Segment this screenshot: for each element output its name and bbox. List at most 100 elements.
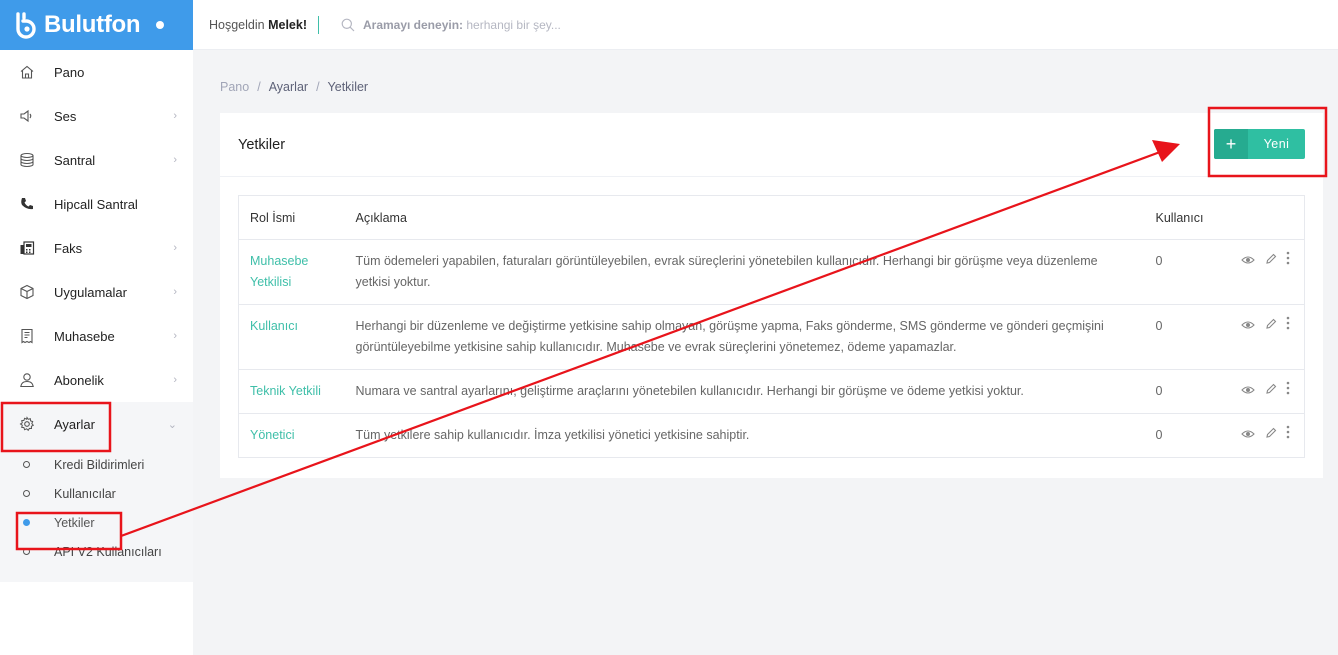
column-header-users: Kullanıcı <box>1144 195 1205 240</box>
submenu-item-kullanicilar[interactable]: Kullanıcılar <box>0 479 193 508</box>
eye-icon[interactable] <box>1241 425 1255 446</box>
sidebar-item-pano[interactable]: Pano <box>0 50 193 94</box>
role-link-teknik-yetkili[interactable]: Teknik Yetkili <box>238 369 345 415</box>
sidebar-item-label: Hipcall Santral <box>54 196 138 212</box>
search-label: Aramayı deneyin: <box>362 17 464 32</box>
table-row: Muhasebe Yetkilisi Tüm ödemeleri yapabil… <box>238 239 1305 305</box>
bullet-icon <box>23 548 30 555</box>
search-icon[interactable] <box>341 18 355 32</box>
sidebar-item-faks[interactable]: Faks › <box>0 226 193 270</box>
sidebar-item-ayarlar[interactable]: Ayarlar ⌄ <box>0 402 193 446</box>
greeting-prefix: Hoşgeldin <box>209 17 265 32</box>
fax-icon <box>18 239 36 257</box>
role-user-count: 0 <box>1144 239 1205 305</box>
greeting: Hoşgeldin Melek! <box>209 18 307 32</box>
plus-icon: + <box>1214 129 1248 159</box>
user-name: Melek! <box>268 17 307 32</box>
submenu-item-yetkiler[interactable]: Yetkiler <box>0 508 193 537</box>
role-description: Herhangi bir düzenleme ve değiştirme yet… <box>344 304 1145 370</box>
sidebar-item-santral[interactable]: Santral › <box>0 138 193 182</box>
breadcrumb-separator: / <box>257 80 261 94</box>
breadcrumb-separator: / <box>316 80 320 94</box>
chevron-right-icon: › <box>173 110 177 122</box>
submenu-item-label: Kredi Bildirimleri <box>54 457 145 472</box>
permissions-card: Yetkiler + Yeni Rol İsmi Açıklama Kullan… <box>220 113 1323 478</box>
chevron-down-icon: ⌄ <box>167 418 177 431</box>
submenu-item-api-v2-kullanicilari[interactable]: API V2 Kullanıcıları <box>0 537 193 566</box>
bulutfon-logo-icon <box>12 10 42 40</box>
role-link-yonetici[interactable]: Yönetici <box>238 413 345 459</box>
home-icon <box>18 63 36 81</box>
new-button-label: Yeni <box>1263 137 1290 151</box>
submenu-item-kredi-bildirimleri[interactable]: Kredi Bildirimleri <box>0 450 193 479</box>
ayarlar-submenu: Kredi Bildirimleri Kullanıcılar Yetkiler… <box>0 446 193 582</box>
breadcrumb-item-ayarlar[interactable]: Ayarlar <box>269 80 308 94</box>
sidebar-item-label: Abonelik <box>54 372 104 388</box>
box-icon <box>18 283 36 301</box>
bullet-icon <box>23 490 30 497</box>
submenu-item-label: Yetkiler <box>54 515 95 530</box>
column-header-actions <box>1204 195 1305 240</box>
header-separator <box>317 15 319 34</box>
sidebar-item-abonelik[interactable]: Abonelik › <box>0 358 193 402</box>
more-vertical-icon[interactable] <box>1286 425 1290 446</box>
eye-icon[interactable] <box>1241 251 1255 272</box>
eye-icon[interactable] <box>1241 316 1255 337</box>
database-icon <box>18 151 36 169</box>
sidebar-item-hipcall-santral[interactable]: Hipcall Santral <box>0 182 193 226</box>
logo-text: Bulutfon <box>44 11 141 38</box>
role-description: Tüm ödemeleri yapabilen, faturaları görü… <box>344 239 1145 305</box>
sidebar-item-muhasebe[interactable]: Muhasebe › <box>0 314 193 358</box>
eye-icon[interactable] <box>1241 381 1255 402</box>
roles-table: Rol İsmi Açıklama Kullanıcı Muhasebe Yet… <box>238 195 1305 459</box>
more-vertical-icon[interactable] <box>1286 316 1290 337</box>
sidebar-item-label: Uygulamalar <box>54 284 127 300</box>
more-vertical-icon[interactable] <box>1286 251 1290 272</box>
breadcrumb-item-yetkiler: Yetkiler <box>327 80 369 94</box>
column-header-role: Rol İsmi <box>238 195 345 240</box>
card-title: Yetkiler <box>238 136 286 153</box>
column-header-description: Açıklama <box>344 195 1145 240</box>
pencil-icon[interactable] <box>1265 251 1277 272</box>
table-header-row: Rol İsmi Açıklama Kullanıcı <box>238 195 1305 240</box>
role-user-count: 0 <box>1144 369 1205 415</box>
more-vertical-icon[interactable] <box>1286 381 1290 402</box>
role-user-count: 0 <box>1144 304 1205 370</box>
sidebar-item-label: Santral <box>54 152 96 168</box>
sidebar-item-label: Faks <box>54 240 83 256</box>
role-link-kullanici[interactable]: Kullanıcı <box>238 304 345 370</box>
row-actions <box>1204 304 1305 370</box>
breadcrumb: Pano / Ayarlar / Yetkiler <box>220 80 368 94</box>
pencil-icon[interactable] <box>1265 316 1277 337</box>
submenu-item-label: API V2 Kullanıcıları <box>54 544 162 559</box>
pencil-icon[interactable] <box>1265 381 1277 402</box>
search-input[interactable]: Aramayı deneyin: herhangi bir şey... <box>363 18 561 32</box>
speaker-icon <box>18 107 36 125</box>
sidebar-item-label: Ayarlar <box>54 416 95 432</box>
pencil-icon[interactable] <box>1265 425 1277 446</box>
phone-icon <box>18 195 36 213</box>
role-user-count: 0 <box>1144 413 1205 459</box>
logo-bar[interactable]: Bulutfon <box>0 0 193 50</box>
card-header: Yetkiler + Yeni <box>220 113 1323 177</box>
receipt-icon <box>18 327 36 345</box>
table-row: Kullanıcı Herhangi bir düzenleme ve deği… <box>238 304 1305 370</box>
search-placeholder: herhangi bir şey... <box>466 17 561 32</box>
top-header: Hoşgeldin Melek! Aramayı deneyin: herhan… <box>193 0 1338 50</box>
sidebar-item-label: Ses <box>54 108 77 124</box>
breadcrumb-item-pano[interactable]: Pano <box>220 80 249 94</box>
row-actions <box>1204 369 1305 415</box>
sidebar-item-uygulamalar[interactable]: Uygulamalar › <box>0 270 193 314</box>
new-role-button[interactable]: + Yeni <box>1214 129 1305 159</box>
submenu-item-label: Kullanıcılar <box>54 486 116 501</box>
role-link-muhasebe-yetkilisi[interactable]: Muhasebe Yetkilisi <box>238 239 345 305</box>
chevron-right-icon: › <box>173 330 177 342</box>
role-description: Numara ve santral ayarlarını, geliştirme… <box>344 369 1145 415</box>
role-description: Tüm yetkilere sahip kullanıcıdır. İmza y… <box>344 413 1145 459</box>
chevron-right-icon: › <box>173 242 177 254</box>
logo-dot <box>156 21 165 29</box>
sidebar-item-ses[interactable]: Ses › <box>0 94 193 138</box>
user-icon <box>18 371 36 389</box>
chevron-right-icon: › <box>173 286 177 298</box>
gear-icon <box>18 415 36 433</box>
